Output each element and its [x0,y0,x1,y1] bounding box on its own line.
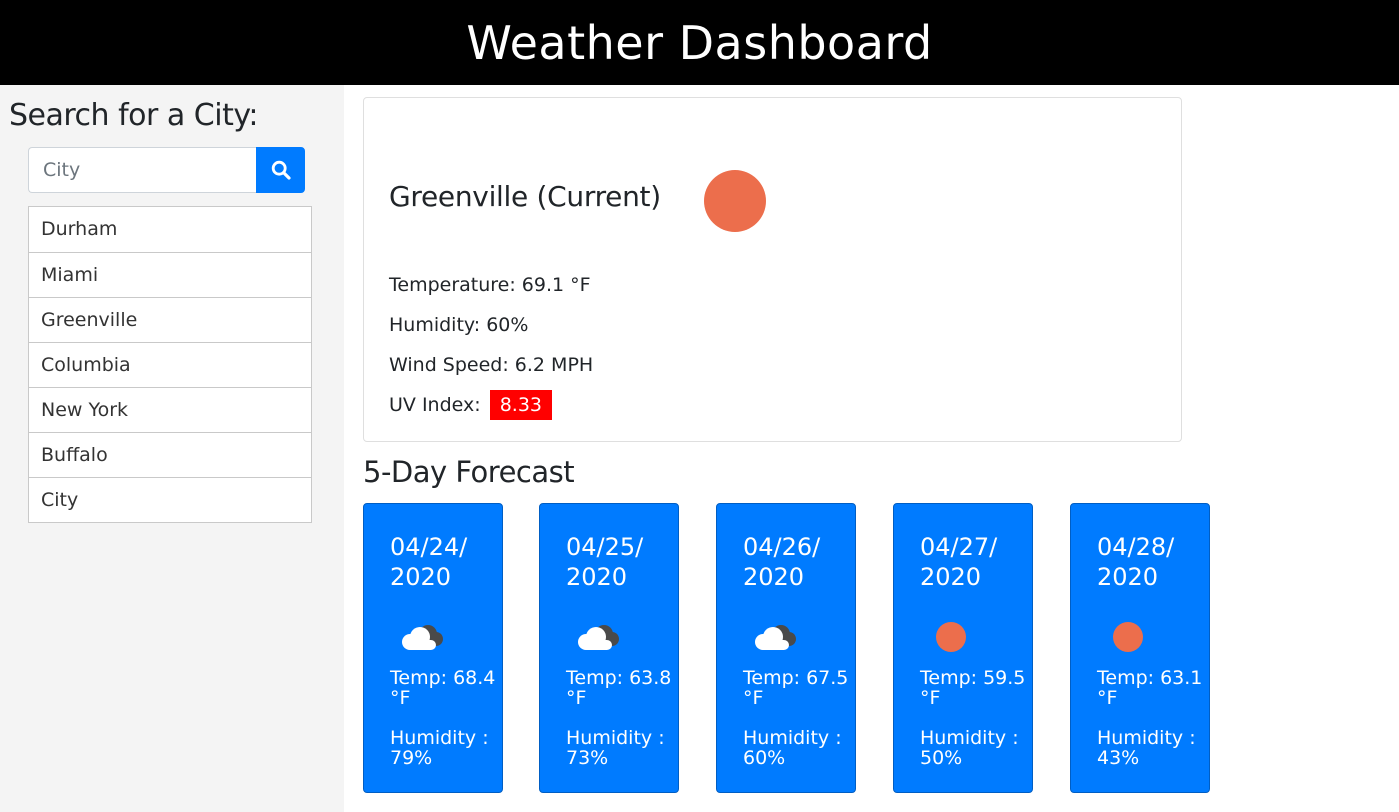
forecast-card: 04/26/ 2020 Temp: 67.5 °F Humidity : 60% [716,503,856,793]
search-group [28,147,305,193]
forecast-temp: Temp: 67.5 °F [743,667,849,709]
city-history-item[interactable]: Durham [29,207,311,252]
forecast-temp: Temp: 59.5 °F [920,667,1026,709]
current-humidity: Humidity: 60% [389,314,529,336]
city-search-input[interactable] [28,147,256,193]
city-history-item[interactable]: City [29,477,311,522]
search-heading: Search for a City: [9,98,259,133]
forecast-card: 04/28/ 2020 Temp: 63.1 °F Humidity : 43% [1070,503,1210,793]
forecast-date: 04/24/ 2020 [390,533,468,591]
uv-index-badge: 8.33 [489,390,553,420]
city-history-item[interactable]: Buffalo [29,432,311,477]
sun-icon [936,622,966,652]
city-history-item[interactable]: Columbia [29,342,311,387]
sidebar: Search for a City: Durham Miami Greenvil… [0,85,344,812]
current-uv: UV Index: 8.33 [389,390,553,420]
current-wind-speed: Wind Speed: 6.2 MPH [389,354,594,376]
city-history-item[interactable]: Miami [29,252,311,297]
forecast-humidity: Humidity : 79% [390,727,489,769]
forecast-card: 04/25/ 2020 Temp: 63.8 °F Humidity : 73% [539,503,679,793]
sun-icon [704,170,766,232]
search-icon [271,160,291,180]
forecast-card: 04/24/ 2020 Temp: 68.4 °F Humidity : 79% [363,503,503,793]
forecast-title: 5-Day Forecast [363,455,575,489]
forecast-temp: Temp: 63.1 °F [1097,667,1203,709]
app-header: Weather Dashboard [0,0,1399,85]
city-history-item[interactable]: New York [29,387,311,432]
forecast-temp: Temp: 63.8 °F [566,667,672,709]
forecast-date: 04/26/ 2020 [743,533,821,591]
current-weather-card: Greenville (Current) Temperature: 69.1 °… [363,97,1182,442]
search-history-list: Durham Miami Greenville Columbia New Yor… [28,206,312,523]
search-button[interactable] [256,147,305,193]
forecast-card: 04/27/ 2020 Temp: 59.5 °F Humidity : 50% [893,503,1033,793]
forecast-humidity: Humidity : 50% [920,727,1019,769]
page-title: Weather Dashboard [466,15,933,70]
sun-icon [1113,622,1143,652]
cloud-icon [755,625,796,650]
forecast-temp: Temp: 68.4 °F [390,667,496,709]
uv-label: UV Index: [389,394,481,416]
forecast-humidity: Humidity : 60% [743,727,842,769]
current-temperature: Temperature: 69.1 °F [389,274,591,296]
forecast-date: 04/27/ 2020 [920,533,998,591]
cloud-icon [578,625,619,650]
current-city-title: Greenville (Current) [389,180,661,213]
forecast-humidity: Humidity : 73% [566,727,665,769]
forecast-date: 04/28/ 2020 [1097,533,1175,591]
forecast-date: 04/25/ 2020 [566,533,644,591]
city-history-item[interactable]: Greenville [29,297,311,342]
forecast-humidity: Humidity : 43% [1097,727,1196,769]
cloud-icon [402,625,443,650]
